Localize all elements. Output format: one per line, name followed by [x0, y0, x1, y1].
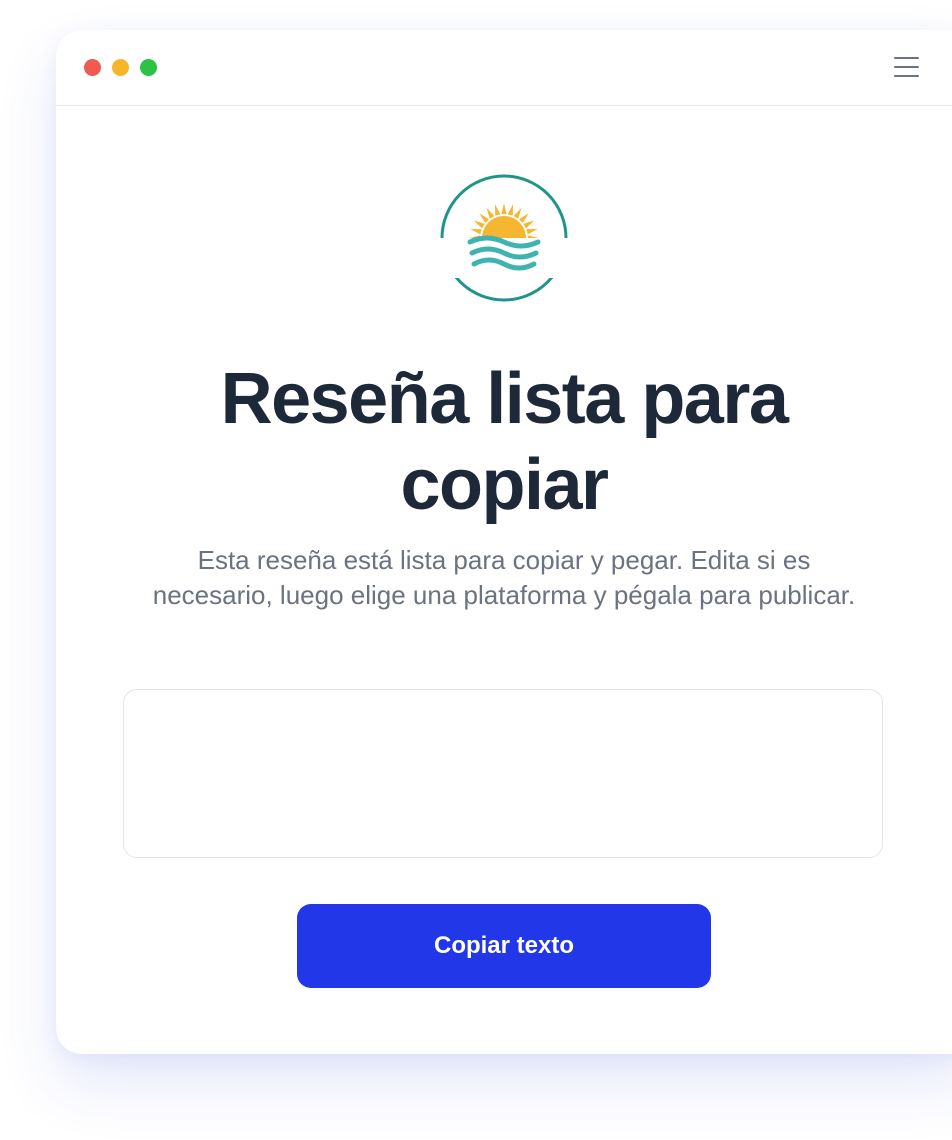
page-description: Esta reseña está lista para copiar y peg…	[152, 545, 856, 610]
review-text-area[interactable]	[123, 689, 883, 858]
browser-window: Reseña lista para copiar Esta reseña est…	[56, 30, 952, 1054]
page-title: Reseña lista para copiar	[220, 359, 789, 525]
close-window-dot[interactable]	[84, 59, 101, 76]
maximize-window-dot[interactable]	[140, 59, 157, 76]
minimize-window-dot[interactable]	[112, 59, 129, 76]
copy-text-button[interactable]: Copiar texto	[297, 904, 711, 988]
hamburger-menu-icon[interactable]	[892, 54, 922, 80]
window-titlebar	[56, 30, 952, 106]
sun-over-waves-logo	[440, 174, 568, 302]
